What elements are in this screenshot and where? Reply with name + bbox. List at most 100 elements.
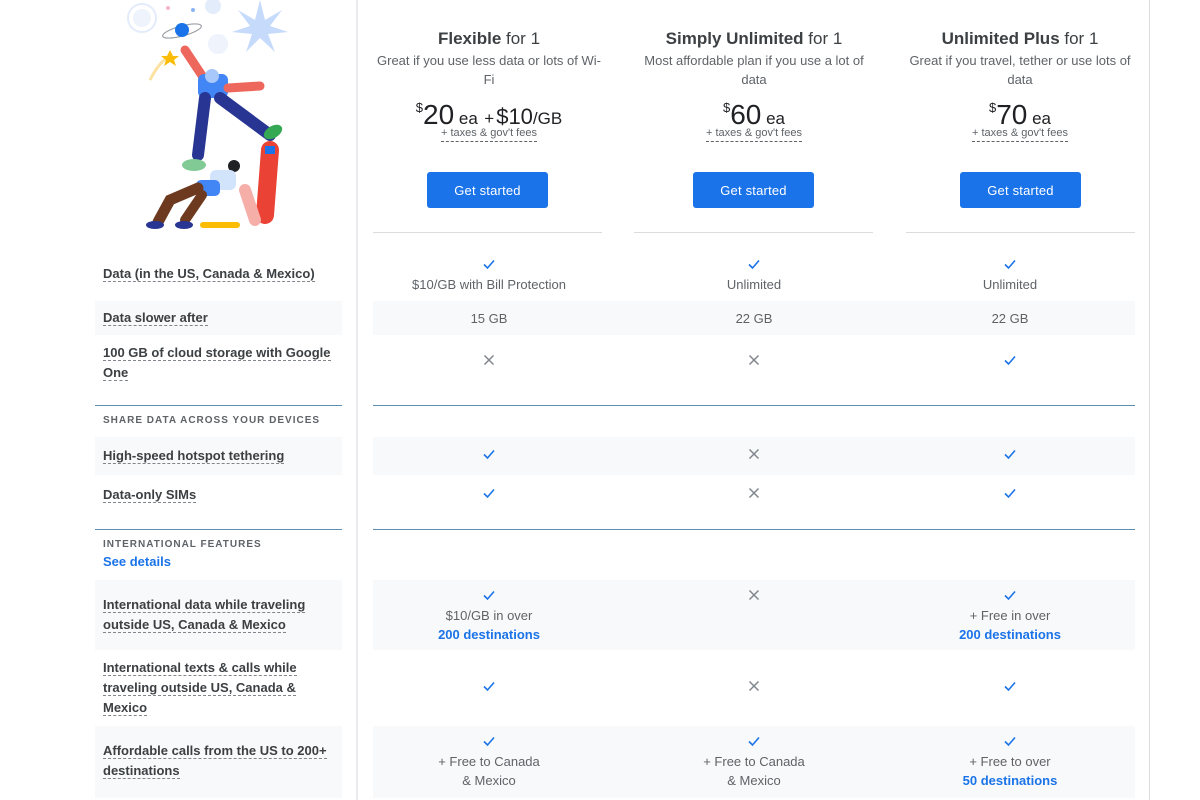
feature-cell: $10/GB with Bill Protection <box>374 255 604 294</box>
feature-cell: $10/GB in over 200 destinations <box>374 586 604 644</box>
plan-description: Most affordable plan if you use a lot of… <box>644 53 864 87</box>
plan-name: Flexible <box>437 29 502 48</box>
feature-label-data-only-sims[interactable]: Data-only SIMs <box>103 485 338 505</box>
feature-cell: Unlimited <box>895 255 1125 294</box>
feature-cell <box>895 445 1125 465</box>
people-illustration <box>127 0 288 229</box>
get-started-simply-unlimited-button[interactable]: Get started <box>693 172 814 208</box>
check-icon <box>895 445 1125 465</box>
fees-tooltip-link[interactable]: + taxes & gov't fees <box>972 127 1068 142</box>
cell-text: & Mexico <box>727 773 781 788</box>
plan-title: Simply Unlimited for 1 <box>639 28 869 50</box>
cross-icon <box>639 677 869 697</box>
check-icon <box>374 484 604 504</box>
section-divider <box>95 405 342 406</box>
check-icon <box>374 255 604 275</box>
feature-label-intl-data[interactable]: International data while traveling outsi… <box>103 595 318 635</box>
price-unit: ea <box>1027 109 1052 128</box>
price-unit: ea <box>761 109 786 128</box>
plan-price: $20 ea +$10/GB <box>374 93 604 130</box>
right-column-divider <box>1149 0 1150 800</box>
cell-text: & Mexico <box>462 773 516 788</box>
feature-cell <box>639 677 869 697</box>
feature-cell <box>374 677 604 697</box>
check-icon <box>895 586 1125 606</box>
cell-text: $10/GB in over <box>445 608 533 623</box>
get-started-unlimited-plus-button[interactable]: Get started <box>960 172 1081 208</box>
feature-label-text: International texts & calls while travel… <box>103 660 297 716</box>
fees-tooltip-link[interactable]: + taxes & gov't fees <box>441 127 537 142</box>
plan-description: Great if you travel, tether or use lots … <box>909 53 1131 87</box>
feature-label-intl-texts-calls[interactable]: International texts & calls while travel… <box>103 658 303 718</box>
feature-cell: + Free to over 50 destinations <box>895 732 1125 790</box>
feature-label-affordable-calls[interactable]: Affordable calls from the US to 200+ des… <box>103 741 338 781</box>
feature-label-text: Data slower after <box>103 310 208 326</box>
price-unit: ea <box>454 109 478 128</box>
destinations-link[interactable]: 200 destinations <box>895 625 1125 644</box>
feature-label-text: Data-only SIMs <box>103 487 197 503</box>
cross-icon <box>374 351 604 371</box>
cell-text: 15 GB <box>470 311 508 326</box>
feature-label-text: Data (in the US, Canada & Mexico) <box>103 266 315 282</box>
price-extra: $10 <box>496 104 533 129</box>
section-divider <box>373 405 1135 406</box>
feature-cell <box>895 484 1125 504</box>
price-extra-unit: /GB <box>532 109 563 128</box>
price-amount: 70 <box>996 99 1028 130</box>
feature-cell <box>374 351 604 371</box>
plan-suffix: for 1 <box>1059 29 1099 48</box>
feature-cell: + Free in over 200 destinations <box>895 586 1125 644</box>
feature-cell <box>639 351 869 371</box>
feature-label-text: 100 GB of cloud storage with Google One <box>103 345 331 381</box>
cross-icon <box>639 351 869 371</box>
feature-cell <box>895 351 1125 371</box>
feature-cell: 15 GB <box>374 309 604 328</box>
cell-text: 22 GB <box>735 311 773 326</box>
plan-divider <box>906 232 1135 233</box>
see-details-link[interactable]: See details <box>103 554 171 569</box>
plan-suffix: for 1 <box>803 29 843 48</box>
check-icon <box>374 445 604 465</box>
cell-text: + Free to over <box>969 754 1051 769</box>
plan-title: Unlimited Plus for 1 <box>905 28 1135 50</box>
destinations-link[interactable]: 200 destinations <box>374 625 604 644</box>
price-amount: 20 <box>423 99 455 130</box>
cross-icon <box>639 484 869 504</box>
plan-divider <box>634 232 873 233</box>
section-heading-share-data: SHARE DATA ACROSS YOUR DEVICES <box>103 415 321 426</box>
feature-cell <box>895 677 1125 697</box>
feature-label-hotspot[interactable]: High-speed hotspot tethering <box>103 446 338 466</box>
feature-label-cloud-storage[interactable]: 100 GB of cloud storage with Google One <box>103 343 333 383</box>
check-icon <box>895 351 1125 371</box>
plan-simply-unlimited: Simply Unlimited for 1 Most affordable p… <box>639 28 869 142</box>
cell-text: + Free to Canada <box>438 754 540 769</box>
feature-label-text: International data while traveling outsi… <box>103 597 306 633</box>
cell-text: $10/GB with Bill Protection <box>412 277 566 292</box>
check-icon <box>895 484 1125 504</box>
feature-cell: 22 GB <box>895 309 1125 328</box>
feature-label-data[interactable]: Data (in the US, Canada & Mexico) <box>103 264 338 284</box>
feature-cell <box>639 586 869 606</box>
feature-cell: + Free to Canada & Mexico <box>374 732 604 790</box>
feature-cell: 22 GB <box>639 309 869 328</box>
feature-cell: Unlimited <box>639 255 869 294</box>
plan-name: Unlimited Plus <box>941 29 1060 48</box>
feature-cell <box>374 484 604 504</box>
cell-text: Unlimited <box>726 277 782 292</box>
feature-label-text: Affordable calls from the US to 200+ des… <box>103 743 327 779</box>
price-plus: + <box>484 109 495 128</box>
check-icon <box>374 586 604 606</box>
destinations-link[interactable]: 50 destinations <box>895 771 1125 790</box>
plan-price: $60 ea <box>639 93 869 130</box>
plan-title: Flexible for 1 <box>374 28 604 50</box>
feature-label-data-slower[interactable]: Data slower after <box>103 308 338 328</box>
fees-tooltip-link[interactable]: + taxes & gov't fees <box>706 127 802 142</box>
feature-cell <box>639 445 869 465</box>
plan-suffix: for 1 <box>501 29 541 48</box>
check-icon <box>374 732 604 752</box>
plan-unlimited-plus: Unlimited Plus for 1 Great if you travel… <box>905 28 1135 142</box>
cross-icon <box>639 586 869 606</box>
get-started-flexible-button[interactable]: Get started <box>427 172 548 208</box>
section-divider <box>373 529 1135 530</box>
plan-description: Great if you use less data or lots of Wi… <box>377 53 601 87</box>
